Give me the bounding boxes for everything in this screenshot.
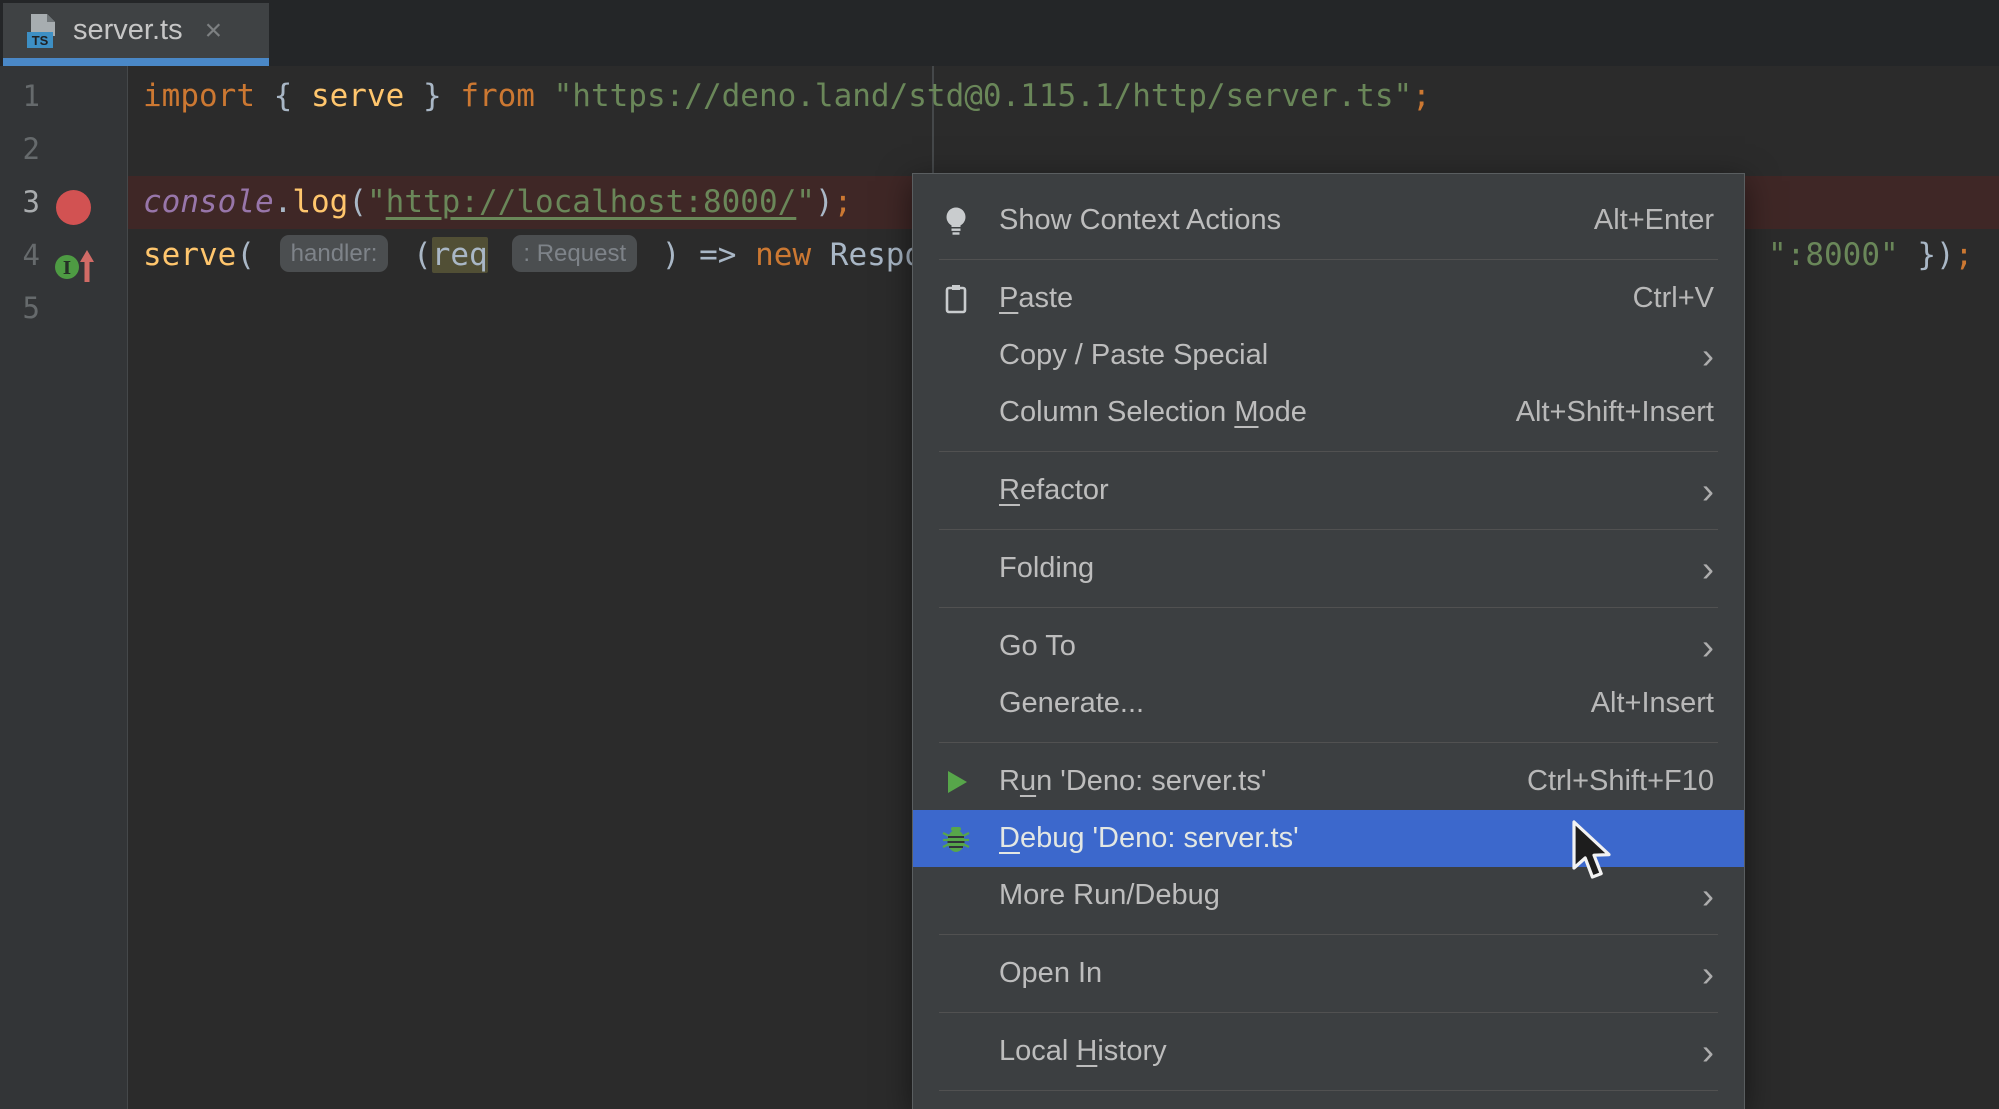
menu-item-shortcut: Alt+Enter xyxy=(1594,204,1714,237)
menu-separator xyxy=(939,1090,1718,1091)
menu-item-refactor[interactable]: Refactor › xyxy=(913,462,1744,519)
tab-title: server.ts xyxy=(73,14,183,47)
menu-item-label: Local History xyxy=(999,1035,1167,1068)
code-token: { xyxy=(274,78,311,114)
code-token: import xyxy=(143,78,274,114)
menu-item-label: Folding xyxy=(999,552,1094,585)
icon-placeholder xyxy=(939,1035,973,1069)
code-token: ( xyxy=(348,184,367,220)
menu-item-label: Go To xyxy=(999,630,1076,663)
code-token: ":8000" xyxy=(1768,237,1899,273)
menu-item-label: Column Selection Mode xyxy=(999,396,1307,429)
submenu-arrow-icon: › xyxy=(1702,473,1714,509)
menu-item-open-in[interactable]: Open In › xyxy=(913,945,1744,1002)
menu-item-label: Run 'Deno: server.ts' xyxy=(999,765,1266,798)
code-token: serve xyxy=(311,78,404,114)
line-number[interactable]: 5 xyxy=(0,282,40,335)
menu-item-show-context-actions[interactable]: Show Context Actions Alt+Enter xyxy=(913,192,1744,249)
icon-placeholder xyxy=(939,879,973,913)
editor-context-menu: Show Context Actions Alt+Enter Paste Ctrl+V… xyxy=(912,173,1745,1109)
submenu-arrow-icon: › xyxy=(1702,629,1714,665)
menu-item-label: Refactor xyxy=(999,474,1109,507)
code-token: } xyxy=(404,78,460,114)
menu-item-shortcut: Alt+Shift+Insert xyxy=(1516,396,1714,429)
line-number[interactable]: 2 xyxy=(0,123,40,176)
icon-placeholder xyxy=(939,630,973,664)
menu-item-label: Copy / Paste Special xyxy=(999,339,1268,372)
menu-item-shortcut: Ctrl+V xyxy=(1633,282,1714,315)
code-token: ) xyxy=(815,184,834,220)
menu-item-label: Open In xyxy=(999,957,1102,990)
menu-item-generate[interactable]: Generate... Alt+Insert xyxy=(913,675,1744,732)
menu-separator xyxy=(939,1012,1718,1013)
debug-icon xyxy=(939,822,973,856)
menu-item-folding[interactable]: Folding › xyxy=(913,540,1744,597)
code-token: }) xyxy=(1899,237,1955,273)
submenu-arrow-icon: › xyxy=(1702,956,1714,992)
menu-item-go-to[interactable]: Go To › xyxy=(913,618,1744,675)
submenu-arrow-icon: › xyxy=(1702,551,1714,587)
menu-separator xyxy=(939,934,1718,935)
editor-tab-bar: TS server.ts × xyxy=(0,0,1999,66)
ide-window: TS server.ts × I 1import { serve } from … xyxy=(0,0,1999,1109)
icon-placeholder xyxy=(939,552,973,586)
menu-item-label: Show Context Actions xyxy=(999,204,1281,237)
bulb-icon xyxy=(939,204,973,238)
menu-item-column-selection-mode[interactable]: Column Selection Mode Alt+Shift+Insert xyxy=(913,384,1744,441)
code-token: console xyxy=(143,184,274,220)
code-token: " xyxy=(796,184,815,220)
submenu-arrow-icon: › xyxy=(1702,338,1714,374)
icon-placeholder xyxy=(939,474,973,508)
menu-separator xyxy=(939,451,1718,452)
menu-separator xyxy=(939,607,1718,608)
tab-close-icon[interactable]: × xyxy=(205,14,223,48)
menu-item-local-history[interactable]: Local History › xyxy=(913,1023,1744,1080)
clipboard-icon xyxy=(939,282,973,316)
menu-item-label: Debug 'Deno: server.ts' xyxy=(999,822,1299,855)
hyperlink-string[interactable]: http://localhost:8000/ xyxy=(386,184,797,220)
tab-server-ts[interactable]: TS server.ts × xyxy=(3,3,269,66)
menu-item-debug-deno-server-ts[interactable]: Debug 'Deno: server.ts' xyxy=(913,810,1744,867)
mouse-cursor xyxy=(1570,820,1616,882)
menu-item-paste[interactable]: Paste Ctrl+V xyxy=(913,270,1744,327)
line-number[interactable]: 1 xyxy=(0,70,40,123)
icon-placeholder xyxy=(939,957,973,991)
code-token: ; xyxy=(1955,237,1974,273)
menu-item-shortcut: Ctrl+Shift+F10 xyxy=(1527,765,1714,798)
menu-item-shortcut: Alt+Insert xyxy=(1591,687,1714,720)
submenu-arrow-icon: › xyxy=(1702,878,1714,914)
code-token: log xyxy=(292,184,348,220)
code-token: " xyxy=(367,184,386,220)
code-token: . xyxy=(274,184,293,220)
code-line-2: 2 xyxy=(0,123,1999,176)
menu-item-copy-paste-special[interactable]: Copy / Paste Special › xyxy=(913,327,1744,384)
code-token: ; xyxy=(1412,78,1431,114)
icon-placeholder xyxy=(939,687,973,721)
menu-item-label: More Run/Debug xyxy=(999,879,1220,912)
active-tab-indicator xyxy=(3,58,269,66)
menu-item-more-run-debug[interactable]: More Run/Debug › xyxy=(913,867,1744,924)
submenu-arrow-icon: › xyxy=(1702,1034,1714,1070)
typescript-file-icon: TS xyxy=(25,12,59,50)
menu-separator xyxy=(939,259,1718,260)
icon-placeholder xyxy=(939,339,973,373)
run-icon xyxy=(939,765,973,799)
menu-separator xyxy=(939,742,1718,743)
code-token: "https://deno.land/std@0.115.1/http/serv… xyxy=(554,78,1413,114)
menu-item-label: Generate... xyxy=(999,687,1144,720)
line-number[interactable]: 3 xyxy=(0,176,40,229)
menu-item-run-deno-server-ts[interactable]: Run 'Deno: server.ts' Ctrl+Shift+F10 xyxy=(913,753,1744,810)
code-line-1: 1 import { serve } from "https://deno.lan… xyxy=(0,70,1999,123)
icon-placeholder xyxy=(939,396,973,430)
svg-text:TS: TS xyxy=(32,33,49,48)
code-token: from xyxy=(460,78,553,114)
code-token: ; xyxy=(834,184,853,220)
menu-item-label: Paste xyxy=(999,282,1073,315)
menu-separator xyxy=(939,529,1718,530)
